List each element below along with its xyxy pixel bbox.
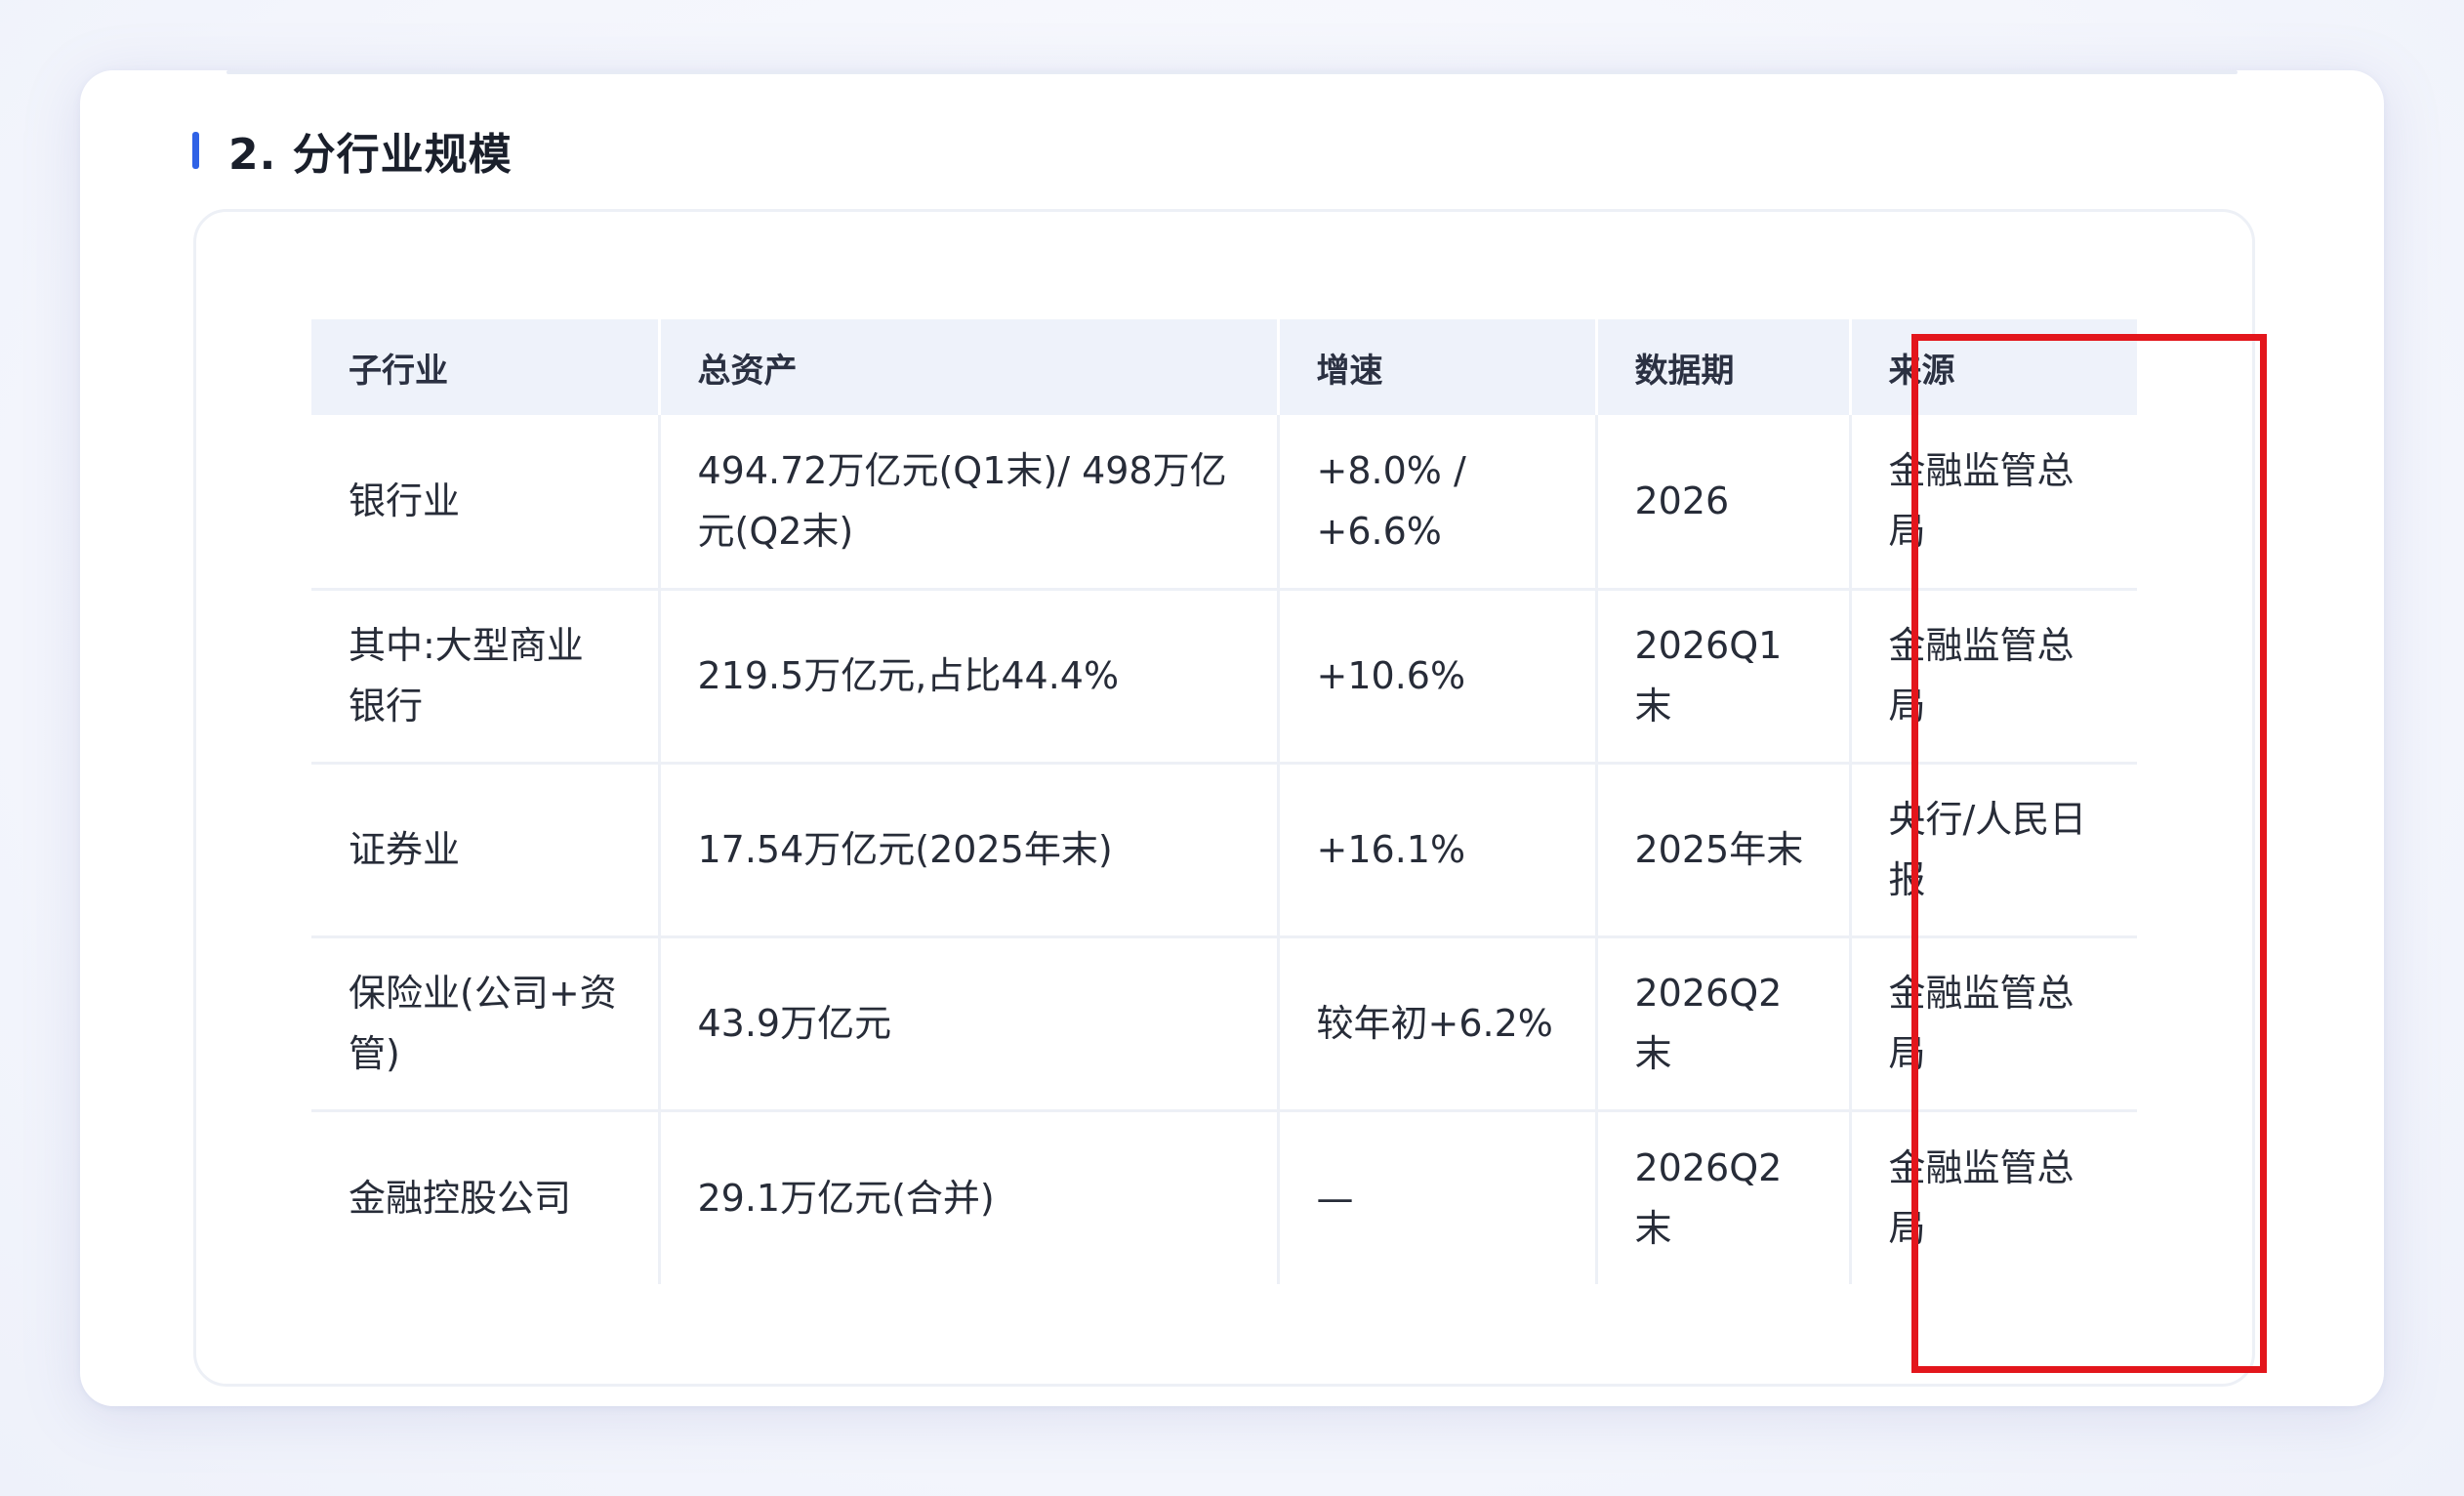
header-sub-industry[interactable]: 子行业 — [311, 319, 661, 415]
cell-sub-industry: 其中:大型商业银行 — [311, 589, 661, 765]
table-header-row: 子行业 总资产 增速 数据期 来源 — [311, 319, 2137, 415]
card-top-divider — [226, 70, 2238, 74]
table-row: 银行业 494.72万亿元(Q1末)/ 498万亿元(Q2末) +8.0% / … — [311, 415, 2137, 591]
table-row: 保险业(公司+资管) 43.9万亿元 较年初+6.2% 2026Q2末 金融监管… — [311, 936, 2137, 1112]
cell-sub-industry: 证券业 — [311, 763, 661, 938]
header-source[interactable]: 来源 — [1850, 319, 2137, 415]
cell-source: 金融监管总局 — [1850, 589, 2137, 765]
table-container: 子行业 总资产 增速 数据期 来源 银行业 494.72万亿元(Q1末)/ 49… — [193, 209, 2255, 1387]
table-row: 金融控股公司 29.1万亿元(合并) — 2026Q2末 金融监管总局 — [311, 1110, 2137, 1284]
cell-data-period: 2025年末 — [1596, 763, 1852, 938]
cell-source: 央行/人民日报 — [1850, 763, 2137, 938]
heading-accent-bar — [192, 132, 199, 169]
cell-total-assets: 17.54万亿元(2025年末) — [659, 763, 1280, 938]
cell-data-period: 2026Q2末 — [1596, 1110, 1852, 1284]
page-background: 2. 分行业规模 子行业 总资产 增速 数据期 来源 银行业 494.72万亿元… — [0, 0, 2464, 1496]
content-card: 2. 分行业规模 子行业 总资产 增速 数据期 来源 银行业 494.72万亿元… — [80, 70, 2384, 1406]
header-growth[interactable]: 增速 — [1278, 319, 1598, 415]
table-row: 证券业 17.54万亿元(2025年末) +16.1% 2025年末 央行/人民… — [311, 763, 2137, 938]
industry-scale-table: 子行业 总资产 增速 数据期 来源 银行业 494.72万亿元(Q1末)/ 49… — [311, 319, 2137, 1284]
cell-data-period: 2026Q1末 — [1596, 589, 1852, 765]
cell-source: 金融监管总局 — [1850, 936, 2137, 1112]
cell-growth: +16.1% — [1278, 763, 1598, 938]
cell-sub-industry: 金融控股公司 — [311, 1110, 661, 1284]
section-title: 2. 分行业规模 — [228, 130, 513, 180]
section-heading: 2. 分行业规模 — [192, 121, 513, 180]
cell-source: 金融监管总局 — [1850, 415, 2137, 591]
cell-growth: 较年初+6.2% — [1278, 936, 1598, 1112]
header-total-assets[interactable]: 总资产 — [659, 319, 1280, 415]
table-row: 其中:大型商业银行 219.5万亿元,占比44.4% +10.6% 2026Q1… — [311, 589, 2137, 765]
cell-total-assets: 29.1万亿元(合并) — [659, 1110, 1280, 1284]
cell-growth: — — [1278, 1110, 1598, 1284]
cell-total-assets: 494.72万亿元(Q1末)/ 498万亿元(Q2末) — [659, 415, 1280, 591]
header-data-period[interactable]: 数据期 — [1596, 319, 1852, 415]
cell-data-period: 2026 — [1596, 415, 1852, 591]
cell-growth: +8.0% / +6.6% — [1278, 415, 1598, 591]
cell-source: 金融监管总局 — [1888, 1145, 2074, 1250]
cell-data-period: 2026Q2末 — [1596, 936, 1852, 1112]
cell-total-assets: 219.5万亿元,占比44.4% — [659, 589, 1280, 765]
cell-sub-industry: 银行业 — [311, 415, 661, 591]
cell-sub-industry: 保险业(公司+资管) — [311, 936, 661, 1112]
cell-total-assets: 43.9万亿元 — [659, 936, 1280, 1112]
cell-growth: +10.6% — [1278, 589, 1598, 765]
